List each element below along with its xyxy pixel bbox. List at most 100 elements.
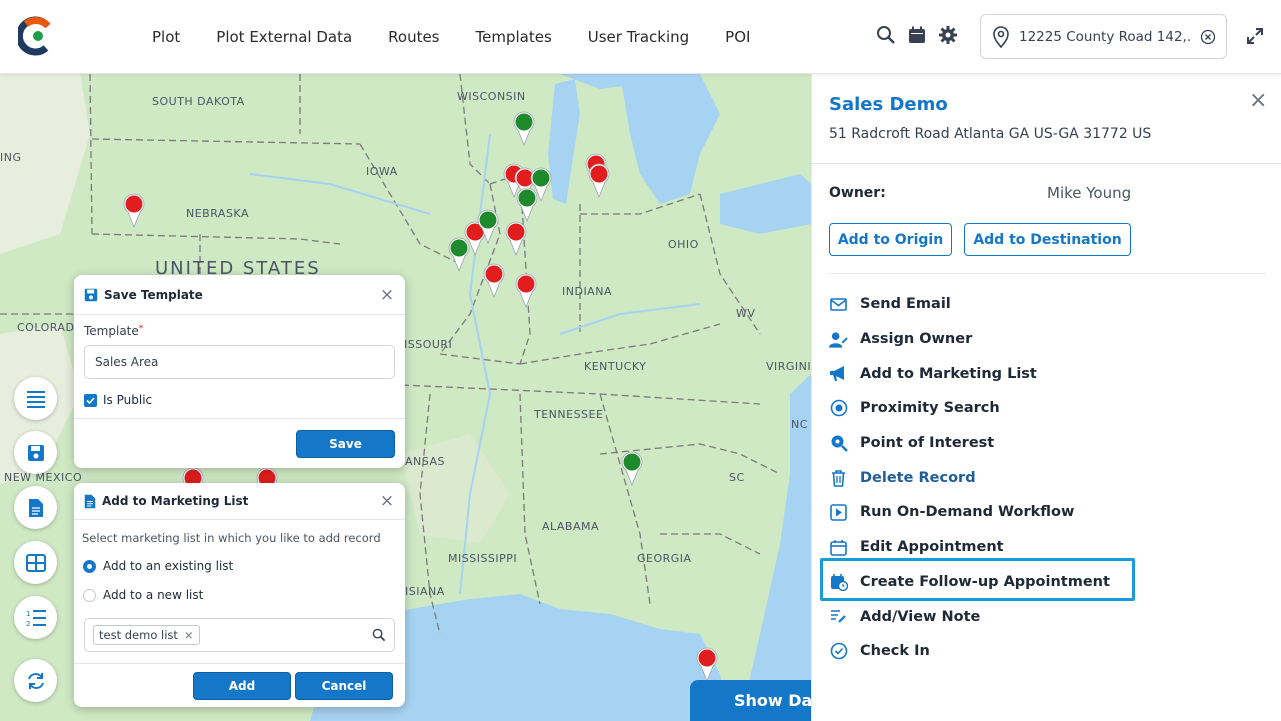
map-label-tennessee: TENNESSEE bbox=[534, 408, 604, 421]
calendar-icon[interactable] bbox=[907, 25, 927, 45]
app-logo[interactable] bbox=[18, 16, 54, 56]
add-to-destination-button[interactable]: Add to Destination bbox=[964, 223, 1131, 256]
floppy-save-icon bbox=[84, 288, 98, 301]
expand-icon[interactable] bbox=[1245, 26, 1265, 46]
add-to-origin-button[interactable]: Add to Origin bbox=[829, 223, 952, 256]
dialog-header: Save Template × bbox=[74, 275, 405, 315]
gear-icon[interactable] bbox=[938, 25, 958, 45]
panel-divider bbox=[812, 163, 1281, 164]
action-create-follow-up-appointment[interactable]: Create Follow-up Appointment bbox=[829, 565, 1110, 600]
existing-list-option[interactable]: Add to an existing list bbox=[83, 559, 233, 573]
hamburger-icon bbox=[26, 390, 45, 408]
add-button[interactable]: Add bbox=[193, 672, 291, 700]
dialog-header: Add to Marketing List × bbox=[74, 483, 405, 520]
action-edit-appointment[interactable]: Edit Appointment bbox=[829, 530, 1110, 565]
nav-poi[interactable]: POI bbox=[707, 28, 768, 46]
clear-location-icon[interactable] bbox=[1200, 29, 1216, 45]
is-public-checkbox-row[interactable]: Is Public bbox=[84, 393, 152, 407]
cancel-button[interactable]: Cancel bbox=[295, 672, 393, 700]
map-label-kentucky: KENTUCKY bbox=[584, 360, 647, 373]
new-list-label: Add to a new list bbox=[103, 588, 204, 602]
save-template-button[interactable] bbox=[14, 431, 57, 474]
grid-icon bbox=[25, 553, 46, 572]
new-list-option[interactable]: Add to a new list bbox=[83, 588, 203, 602]
marketing-list-dialog: Add to Marketing List × Select marketing… bbox=[74, 483, 405, 707]
numbered-list-button[interactable]: 12 bbox=[14, 596, 57, 639]
action-add-view-note[interactable]: Add/View Note bbox=[829, 599, 1110, 634]
record-title[interactable]: Sales Demo bbox=[829, 94, 948, 115]
action-check-in[interactable]: Check In bbox=[829, 634, 1110, 669]
numbered-list-icon: 12 bbox=[26, 609, 46, 628]
map-pin-red[interactable] bbox=[503, 220, 529, 256]
map-pin-green[interactable] bbox=[511, 110, 537, 146]
nav-user-tracking[interactable]: User Tracking bbox=[570, 28, 707, 46]
is-public-label: Is Public bbox=[103, 393, 153, 407]
map-label-indiana: INDIANA bbox=[562, 285, 612, 298]
template-field-label: Template* bbox=[84, 324, 144, 338]
map-pin-red[interactable] bbox=[481, 262, 507, 298]
grid-view-button[interactable] bbox=[14, 541, 57, 584]
action-proximity-search[interactable]: Proximity Search bbox=[829, 391, 1110, 426]
document-icon bbox=[28, 498, 43, 517]
save-button[interactable]: Save bbox=[296, 430, 395, 458]
nav-routes[interactable]: Routes bbox=[370, 28, 457, 46]
map-pin-green[interactable] bbox=[475, 208, 501, 244]
show-data-button[interactable]: Show Da bbox=[690, 680, 811, 721]
map-label-wyoming: ING bbox=[0, 151, 22, 164]
action-assign-owner[interactable]: Assign Owner bbox=[829, 322, 1110, 357]
template-name-input[interactable]: Sales Area bbox=[84, 345, 395, 379]
nav-plot[interactable]: Plot bbox=[134, 28, 198, 46]
dialog-divider bbox=[74, 418, 405, 419]
action-label: Add to Marketing List bbox=[860, 365, 1037, 382]
map-pin-red[interactable] bbox=[694, 646, 720, 682]
map-label-iowa: IOWA bbox=[366, 165, 398, 178]
close-icon[interactable]: × bbox=[379, 491, 395, 511]
action-send-email[interactable]: Send Email bbox=[829, 287, 1110, 322]
close-icon[interactable]: × bbox=[379, 285, 395, 305]
svg-text:2: 2 bbox=[26, 620, 30, 628]
map-pin-red[interactable] bbox=[513, 272, 539, 308]
marketing-list-select[interactable]: test demo list × bbox=[84, 618, 395, 652]
map-pin-green[interactable] bbox=[446, 236, 472, 272]
dialog-title: Add to Marketing List bbox=[102, 494, 249, 508]
action-run-workflow[interactable]: Run On-Demand Workflow bbox=[829, 495, 1110, 530]
radio-selected-icon[interactable] bbox=[83, 559, 96, 573]
search-icon[interactable] bbox=[372, 628, 386, 642]
nav-templates[interactable]: Templates bbox=[458, 28, 570, 46]
location-input[interactable]: 12225 County Road 142,... bbox=[1019, 29, 1192, 45]
map-pin-red[interactable] bbox=[586, 162, 612, 198]
owner-label: Owner: bbox=[829, 185, 886, 201]
map-label-nebraska: NEBRASKA bbox=[186, 207, 249, 220]
remove-tag-icon[interactable]: × bbox=[184, 628, 194, 642]
map-label-new-mexico: NEW MEXICO bbox=[4, 471, 83, 484]
refresh-button[interactable] bbox=[14, 659, 57, 702]
map-label-alabama: ALABAMA bbox=[542, 520, 600, 533]
assign-user-icon bbox=[829, 331, 848, 348]
close-icon[interactable]: × bbox=[1249, 88, 1267, 113]
megaphone-icon bbox=[830, 366, 844, 382]
map-pin-red[interactable] bbox=[121, 192, 147, 228]
radio-unselected-icon[interactable] bbox=[83, 588, 96, 602]
tag-label: test demo list bbox=[99, 628, 178, 642]
checkbox-checked-icon[interactable] bbox=[84, 393, 97, 407]
map-label-mississippi: MISSISSIPPI bbox=[448, 552, 518, 565]
marketing-list-button[interactable] bbox=[14, 486, 57, 529]
map-pin-green[interactable] bbox=[514, 186, 540, 222]
target-icon bbox=[830, 400, 847, 417]
nav-plot-external-data[interactable]: Plot External Data bbox=[198, 28, 370, 46]
action-point-of-interest[interactable]: Point of Interest bbox=[829, 426, 1110, 461]
action-add-to-marketing-list[interactable]: Add to Marketing List bbox=[829, 356, 1110, 391]
list-view-button[interactable] bbox=[14, 377, 57, 420]
map-pin-green[interactable] bbox=[619, 450, 645, 486]
search-icon[interactable] bbox=[876, 25, 896, 45]
action-delete-record[interactable]: Delete Record bbox=[829, 460, 1110, 495]
map-label-nc: NC bbox=[791, 418, 808, 431]
map-label-wv: WV bbox=[736, 307, 756, 320]
record-address: 51 Radcroft Road Atlanta GA US-GA 31772 … bbox=[829, 126, 1152, 142]
owner-value: Mike Young bbox=[1047, 184, 1132, 202]
location-search-box[interactable]: 12225 County Road 142,... bbox=[980, 14, 1227, 59]
top-navbar: Plot Plot External Data Routes Templates… bbox=[0, 0, 1281, 74]
action-label: Send Email bbox=[860, 296, 951, 313]
map-label-louisiana: ISIANA bbox=[405, 585, 445, 598]
location-pin-icon bbox=[993, 25, 1009, 48]
